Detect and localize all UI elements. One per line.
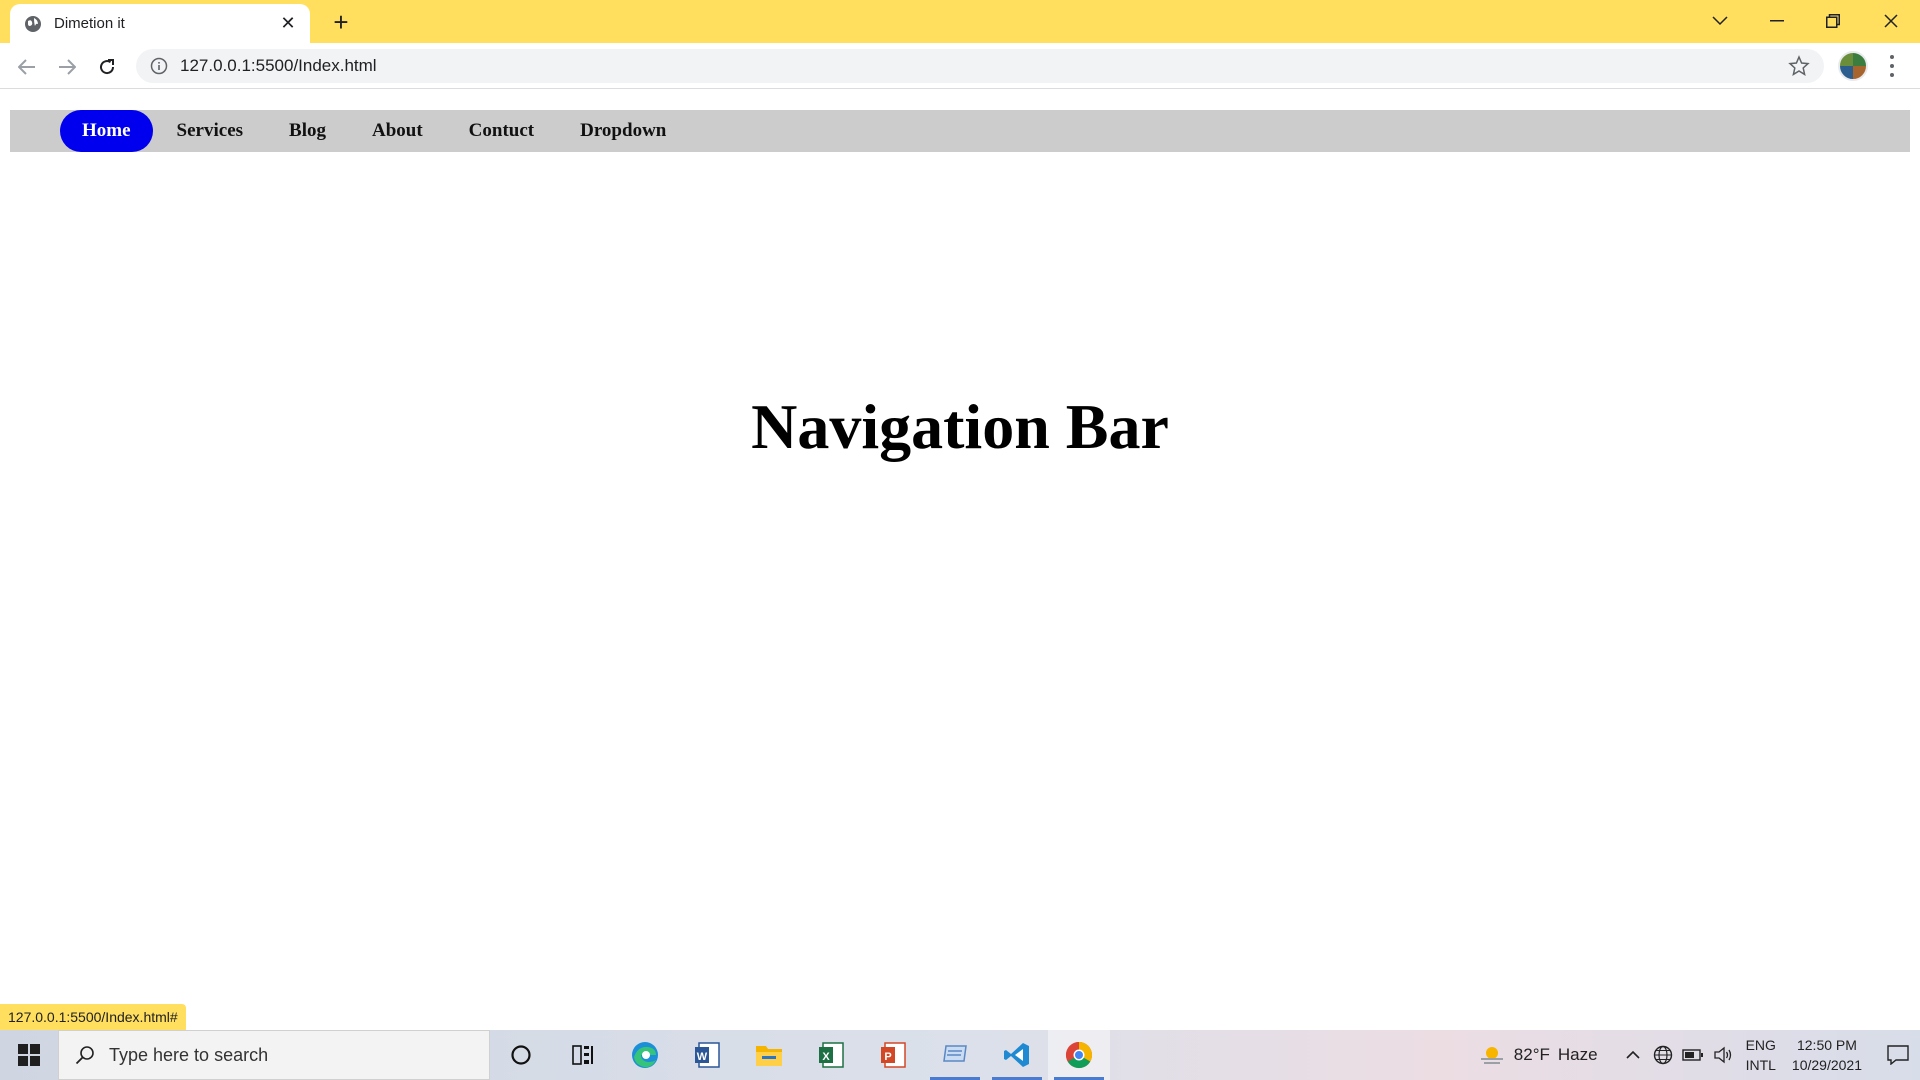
- menu-kebab-icon[interactable]: [1882, 53, 1902, 79]
- edge-icon[interactable]: [614, 1030, 676, 1080]
- page-viewport: Home Services Blog About Contuct Dropdow…: [0, 90, 1920, 1030]
- taskbar: Type here to search W X P 82°F Haze ENG …: [0, 1030, 1920, 1080]
- back-arrow-icon: [18, 59, 35, 75]
- close-window-button[interactable]: [1866, 4, 1916, 38]
- taskbar-clock[interactable]: 12:50 PM 10/29/2021: [1792, 1035, 1862, 1075]
- lang-bottom: INTL: [1745, 1057, 1776, 1073]
- input-language[interactable]: ENG INTL: [1746, 1035, 1776, 1075]
- chevron-down-icon: [1712, 16, 1728, 26]
- chrome-icon[interactable]: [1048, 1030, 1110, 1080]
- clock-date: 10/29/2021: [1791, 1057, 1862, 1073]
- bookmark-star-icon[interactable]: [1788, 55, 1810, 77]
- forward-button[interactable]: [51, 51, 83, 83]
- reload-button[interactable]: [91, 51, 123, 83]
- start-button[interactable]: [0, 1030, 58, 1080]
- close-tab-icon[interactable]: ✕: [278, 13, 298, 34]
- nav-link-home[interactable]: Home: [60, 110, 153, 152]
- excel-icon[interactable]: X: [800, 1030, 862, 1080]
- reload-icon: [100, 59, 115, 75]
- notification-icon: [1887, 1045, 1909, 1065]
- new-tab-button[interactable]: +: [326, 8, 356, 38]
- info-icon[interactable]: [150, 57, 168, 75]
- vscode-icon[interactable]: [986, 1030, 1048, 1080]
- profile-avatar[interactable]: [1838, 51, 1868, 81]
- minimize-button[interactable]: [1752, 4, 1802, 38]
- show-hidden-icons-chevron-icon[interactable]: [1618, 1030, 1648, 1080]
- network-globe-icon[interactable]: [1648, 1030, 1678, 1080]
- back-button[interactable]: [11, 51, 43, 83]
- svg-text:P: P: [884, 1051, 891, 1063]
- browser-titlebar: Dimetion it ✕ +: [0, 0, 1920, 43]
- powerpoint-icon[interactable]: P: [862, 1030, 924, 1080]
- weather-widget[interactable]: 82°F Haze: [1478, 1043, 1598, 1067]
- browser-tab[interactable]: Dimetion it ✕: [10, 4, 310, 43]
- windows-logo-icon: [18, 1044, 40, 1066]
- file-explorer-icon[interactable]: [738, 1030, 800, 1080]
- word-icon[interactable]: W: [676, 1030, 738, 1080]
- svg-text:X: X: [822, 1051, 830, 1063]
- battery-icon[interactable]: [1678, 1030, 1708, 1080]
- task-view-icon[interactable]: [552, 1030, 614, 1080]
- weather-haze-icon: [1480, 1047, 1503, 1064]
- cortana-icon[interactable]: [490, 1030, 552, 1080]
- system-tray: 82°F Haze ENG INTL 12:50 PM 10/29/2021: [1478, 1030, 1920, 1080]
- page-title: Navigation Bar: [751, 391, 1169, 462]
- site-navbar: Home Services Blog About Contuct Dropdow…: [10, 110, 1910, 152]
- scanner-icon[interactable]: [924, 1030, 986, 1080]
- status-bar-url: 127.0.0.1:5500/Index.html#: [0, 1004, 186, 1030]
- tab-title: Dimetion it: [54, 15, 125, 32]
- taskbar-search-box[interactable]: Type here to search: [58, 1030, 490, 1080]
- nav-link-blog[interactable]: Blog: [267, 110, 348, 152]
- notifications-button[interactable]: [1876, 1030, 1920, 1080]
- nav-link-about[interactable]: About: [350, 110, 445, 152]
- lang-top: ENG: [1745, 1037, 1776, 1053]
- nav-link-dropdown[interactable]: Dropdown: [558, 110, 688, 152]
- tab-search-button[interactable]: [1695, 4, 1745, 38]
- minimize-icon: [1770, 20, 1784, 22]
- volume-icon[interactable]: [1708, 1030, 1738, 1080]
- browser-toolbar: 127.0.0.1:5500/Index.html: [0, 43, 1920, 89]
- restore-button[interactable]: [1808, 4, 1858, 38]
- svg-text:W: W: [697, 1051, 708, 1063]
- clock-time: 12:50 PM: [1796, 1037, 1857, 1053]
- nav-link-contact[interactable]: Contuct: [447, 110, 556, 152]
- search-icon: [75, 1046, 94, 1065]
- restore-icon: [1826, 14, 1840, 28]
- close-icon: [1884, 14, 1898, 28]
- weather-desc: Haze: [1557, 1045, 1598, 1064]
- search-placeholder: Type here to search: [109, 1044, 269, 1065]
- globe-icon: [25, 15, 41, 32]
- url-text: 127.0.0.1:5500/Index.html: [180, 56, 377, 75]
- address-bar[interactable]: 127.0.0.1:5500/Index.html: [136, 49, 1824, 83]
- weather-temp: 82°F: [1513, 1045, 1550, 1064]
- nav-link-services[interactable]: Services: [155, 110, 265, 152]
- forward-arrow-icon: [59, 59, 76, 75]
